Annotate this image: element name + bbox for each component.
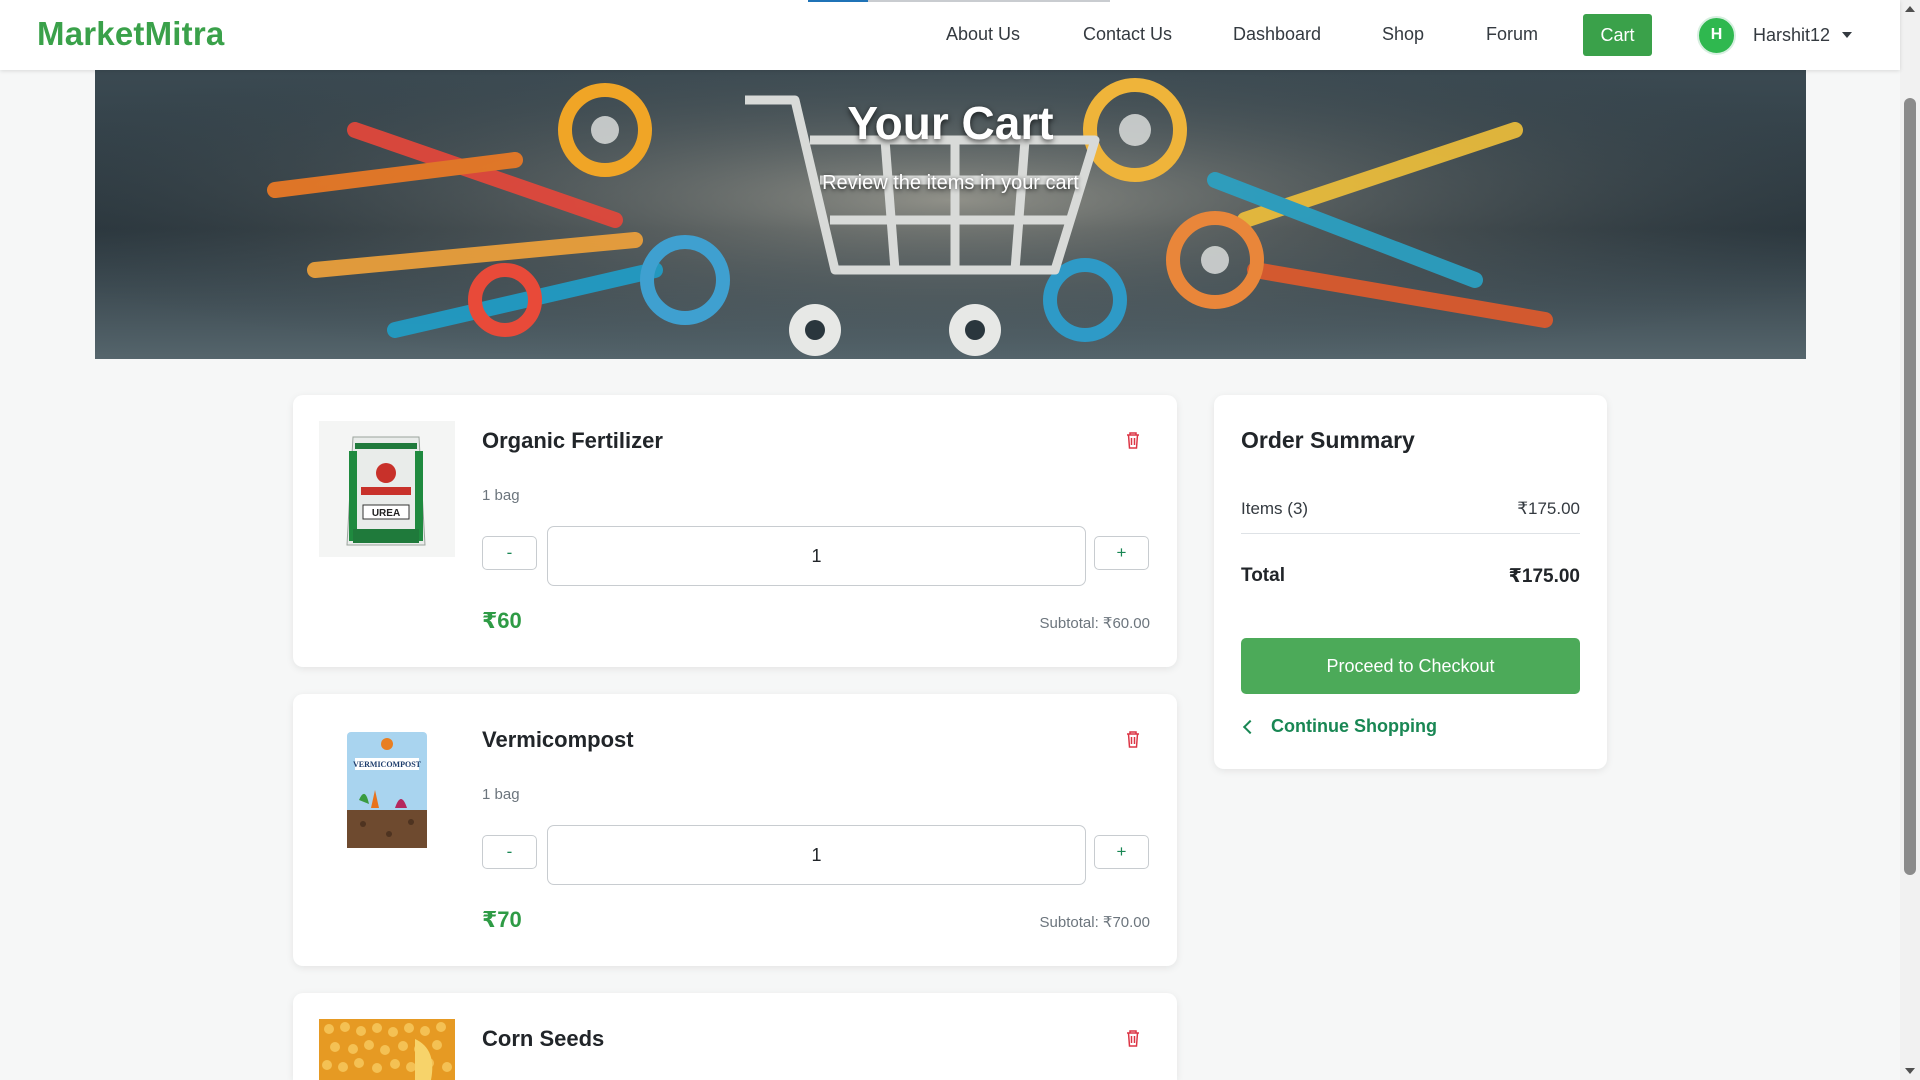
decrease-quantity-button[interactable]: -	[482, 536, 537, 570]
summary-total-row: Total ₹175.00	[1241, 565, 1580, 588]
order-summary-title: Order Summary	[1241, 427, 1415, 453]
summary-items-row: Items (3) ₹175.00	[1241, 499, 1580, 519]
item-subtotal: Subtotal: ₹70.00	[1039, 914, 1150, 931]
cart-item-card: UREA Organic Fertilizer 1 bag - 1 + ₹60 …	[293, 395, 1177, 667]
nav-cart-button[interactable]: Cart	[1583, 14, 1652, 56]
continue-shopping-label: Continue Shopping	[1271, 716, 1437, 736]
nav-dashboard[interactable]: Dashboard	[1233, 24, 1321, 45]
item-name: Vermicompost	[482, 727, 634, 752]
nav-forum[interactable]: Forum	[1486, 24, 1538, 45]
item-price: ₹60	[482, 608, 522, 633]
decrease-quantity-button[interactable]: -	[482, 835, 537, 869]
summary-items-value: ₹175.00	[1517, 499, 1580, 518]
brand-logo[interactable]: MarketMitra	[37, 15, 224, 53]
cart-item-card: Corn Seeds	[293, 993, 1177, 1080]
user-menu-toggle[interactable]: H Harshit12	[1697, 14, 1853, 56]
item-name: Corn Seeds	[482, 1026, 605, 1051]
trash-icon[interactable]	[1125, 730, 1141, 748]
username: Harshit12	[1753, 24, 1831, 45]
trash-icon[interactable]	[1125, 431, 1141, 449]
top-navbar: MarketMitra About Us Contact Us Dashboar…	[0, 0, 1900, 70]
continue-shopping-link[interactable]: Continue Shopping	[1241, 716, 1437, 737]
trash-icon[interactable]	[1125, 1029, 1141, 1047]
svg-text:VERMICOMPOST: VERMICOMPOST	[353, 760, 422, 769]
page-title: Your Cart	[847, 97, 1054, 149]
summary-total-label: Total	[1241, 565, 1285, 586]
item-unit: 1 bag	[482, 786, 520, 803]
cart-item-card: VERMICOMPOST Vermicompost 1 bag - 1 + ₹7…	[293, 694, 1177, 966]
scroll-thumb[interactable]	[1904, 98, 1916, 875]
quantity-input[interactable]: 1	[547, 526, 1086, 586]
svg-text:UREA: UREA	[372, 508, 400, 519]
summary-divider	[1241, 533, 1580, 534]
nav-shop[interactable]: Shop	[1382, 24, 1424, 45]
avatar: H	[1697, 15, 1736, 55]
caret-down-icon	[1842, 32, 1853, 38]
scroll-up-arrow-icon[interactable]	[1905, 6, 1915, 12]
item-price: ₹70	[482, 907, 522, 932]
nav-loading-bar	[808, 0, 1110, 2]
item-name: Organic Fertilizer	[482, 428, 663, 453]
urea-bag-icon: UREA	[319, 421, 455, 557]
proceed-to-checkout-button[interactable]: Proceed to Checkout	[1241, 638, 1580, 694]
nav-about-us[interactable]: About Us	[946, 24, 1020, 45]
increase-quantity-button[interactable]: +	[1094, 835, 1149, 869]
increase-quantity-button[interactable]: +	[1094, 536, 1149, 570]
vermicompost-bag-icon: VERMICOMPOST	[319, 720, 455, 856]
chevron-left-icon	[1242, 719, 1258, 734]
page-subtitle: Review the items in your cart	[822, 172, 1079, 194]
corn-seeds-icon	[319, 1019, 455, 1080]
nav-contact-us[interactable]: Contact Us	[1083, 24, 1172, 45]
summary-total-value: ₹175.00	[1508, 566, 1580, 587]
scroll-down-arrow-icon[interactable]	[1905, 1068, 1915, 1074]
summary-items-label: Items (3)	[1241, 499, 1309, 518]
item-subtotal: Subtotal: ₹60.00	[1039, 615, 1150, 632]
hero-banner: Your Cart Review the items in your cart	[95, 70, 1806, 359]
quantity-input[interactable]: 1	[547, 825, 1086, 885]
item-unit: 1 bag	[482, 487, 520, 504]
page-scrollbar[interactable]	[1900, 0, 1920, 1080]
order-summary-card: Order Summary Items (3) ₹175.00 Total ₹1…	[1214, 395, 1607, 769]
